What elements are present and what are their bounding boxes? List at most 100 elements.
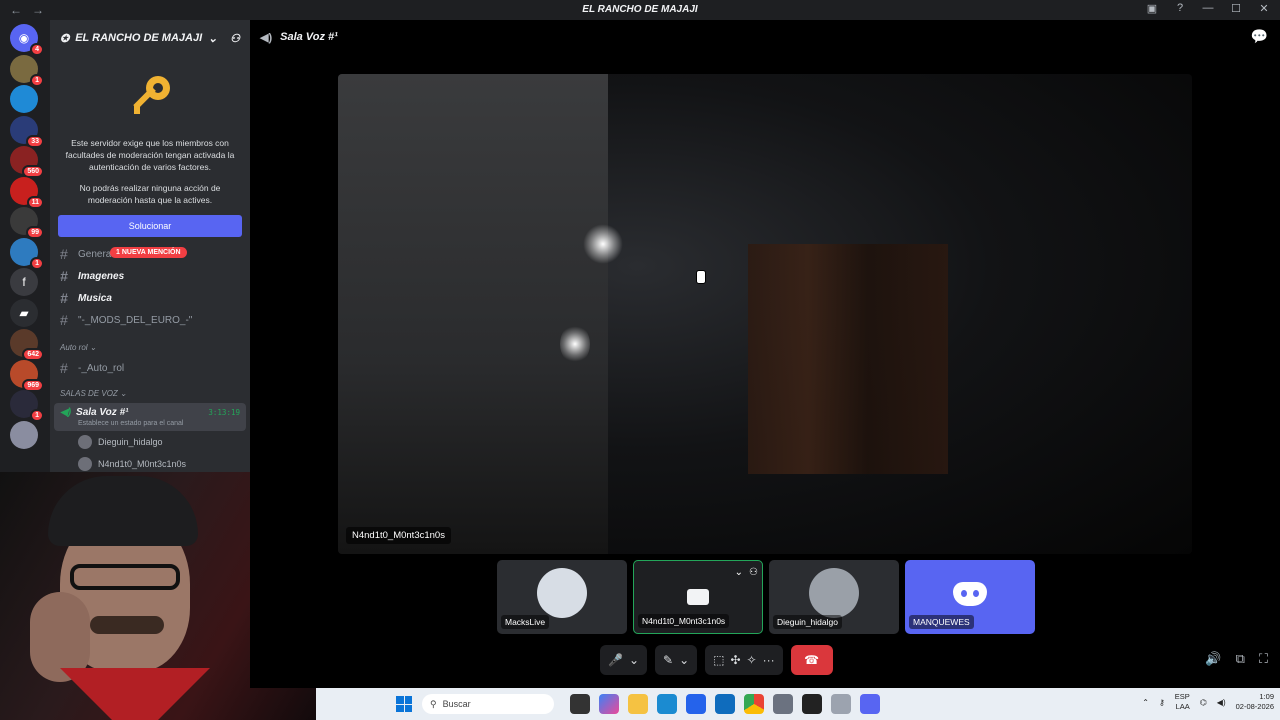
server-icon[interactable]: 33 xyxy=(10,115,44,148)
taskbar-search[interactable]: ⚲ Buscar xyxy=(422,694,554,714)
participant-tile[interactable]: ⌄ ⚇ N4nd1t0_M0nt3c1n0s xyxy=(633,560,763,634)
title-bar: ← → EL RANCHO DE MAJAJI ▣ ? — ☐ ✕ xyxy=(0,0,1280,20)
participant-tile[interactable]: MacksLive xyxy=(497,560,627,634)
server-icon[interactable]: 99 xyxy=(10,207,44,239)
window-controls: ▣ ? — ☐ ✕ xyxy=(1144,2,1272,15)
fullscreen-icon[interactable]: ⛶ xyxy=(1259,651,1268,667)
server-icon[interactable]: 1 xyxy=(10,54,44,87)
voice-timer: 3:13:19 xyxy=(208,408,240,417)
usb-icon[interactable]: ⚷ xyxy=(1159,698,1165,707)
voice-channel-active[interactable]: ◀) Sala Voz #¹ 3:13:19 Establece un esta… xyxy=(54,403,246,431)
disconnect-button[interactable]: ☎ xyxy=(790,645,833,675)
voice-channel-name: Sala Voz #¹ xyxy=(76,407,129,418)
maximize-button[interactable]: ☐ xyxy=(1228,2,1244,15)
network-icon[interactable]: ⌬ xyxy=(1200,698,1207,707)
voice-status-prompt[interactable]: Establece un estado para el canal xyxy=(78,420,240,427)
windows-taskbar: ⚲ Buscar ⌃ ⚷ ESP LAA ⌬ ◀) 1:09 02-08-2026 xyxy=(316,688,1280,720)
chrome-icon[interactable] xyxy=(744,694,764,714)
server-icon[interactable]: ▰ xyxy=(10,298,38,327)
server-icon[interactable]: 1 xyxy=(10,237,44,270)
server-header[interactable]: ✪ EL RANCHO DE MAJAJI ⌄ ⚇ xyxy=(50,20,250,56)
voice-user[interactable]: N4nd1t0_M0nt3c1n0s xyxy=(50,453,250,472)
unread-badge: 33 xyxy=(26,134,44,148)
popout-icon[interactable]: ⧉ xyxy=(1236,651,1245,667)
fix-button[interactable]: Solucionar xyxy=(58,215,242,237)
chevron-down-icon[interactable]: ⌄ xyxy=(629,653,639,667)
webcam-hat xyxy=(48,476,198,546)
activity-icon[interactable]: ✣ xyxy=(730,653,740,667)
copilot-icon[interactable] xyxy=(599,694,619,714)
volume-icon[interactable]: 🔊 xyxy=(1205,651,1221,667)
discord-taskbar-icon[interactable] xyxy=(860,694,880,714)
minimize-button[interactable]: — xyxy=(1200,2,1216,15)
lang-layout: LAA xyxy=(1175,702,1190,711)
inbox-icon[interactable]: ▣ xyxy=(1144,2,1160,15)
back-arrow-icon[interactable]: ← xyxy=(10,3,22,17)
webcam-glasses xyxy=(70,564,180,590)
channel-sidebar: ✪ EL RANCHO DE MAJAJI ⌄ ⚇ Este servidor … xyxy=(50,20,250,472)
window-title: EL RANCHO DE MAJAJI xyxy=(582,4,698,15)
unread-badge: 1 xyxy=(30,409,44,422)
speaker-icon: ◀) xyxy=(260,31,273,44)
participant-tile[interactable]: MANQUEWES xyxy=(905,560,1035,634)
system-tray: ⌃ ⚷ ESP LAA ⌬ ◀) 1:09 02-08-2026 xyxy=(1142,692,1274,712)
key-icon xyxy=(133,76,170,114)
server-icon[interactable]: 11 xyxy=(10,176,44,209)
chevron-down-icon[interactable]: ⌄ xyxy=(679,653,689,667)
focused-video-stream[interactable]: N4nd1t0_M0nt3c1n0s xyxy=(338,74,1192,554)
server-icon[interactable]: f xyxy=(10,268,38,296)
chevron-up-icon[interactable]: ⌃ xyxy=(1142,698,1149,707)
stream-name-label: N4nd1t0_M0nt3c1n0s xyxy=(346,527,451,544)
camera-off-icon[interactable]: ✎ xyxy=(663,653,673,667)
chevron-down-icon[interactable]: ⌄ xyxy=(735,567,743,578)
clock[interactable]: 1:09 02-08-2026 xyxy=(1236,692,1274,712)
server-icon[interactable]: ◉ 4 xyxy=(10,24,44,56)
file-explorer-icon[interactable] xyxy=(628,694,648,714)
avatar xyxy=(78,457,92,471)
new-mention-badge[interactable]: 1 NUEVA MENCIÓN xyxy=(110,247,187,258)
channel-imagenes[interactable]: # Imagenes xyxy=(50,265,250,287)
category-label: SALAS DE VOZ xyxy=(60,388,118,398)
close-button[interactable]: ✕ xyxy=(1256,2,1272,15)
mic-control[interactable]: 🎤 ⌄ xyxy=(600,645,648,675)
voice-user-name: Dieguin_hidalgo xyxy=(98,437,163,447)
participant-tile[interactable]: Dieguin_hidalgo xyxy=(769,560,899,634)
settings-icon[interactable] xyxy=(831,694,851,714)
camera-control[interactable]: ✎ ⌄ xyxy=(655,645,698,675)
nav-buttons: ← → xyxy=(10,3,44,17)
more-icon[interactable]: ··· xyxy=(763,653,775,667)
channel-mods[interactable]: # "-_MODS_DEL_EURO_-" xyxy=(50,309,250,331)
add-member-icon[interactable]: ⚇ xyxy=(230,32,240,45)
obs-icon[interactable] xyxy=(802,694,822,714)
stream-scene-furniture xyxy=(748,244,948,474)
server-icon[interactable]: 969 xyxy=(10,359,44,392)
channel-general[interactable]: # General 1 NUEVA MENCIÓN xyxy=(50,243,250,265)
server-icon[interactable]: 642 xyxy=(10,329,44,361)
channel-musica[interactable]: # Musica xyxy=(50,287,250,309)
avatar xyxy=(809,568,859,618)
add-user-icon[interactable]: ⚇ xyxy=(749,567,758,578)
screen-share-icon[interactable]: ⬚ xyxy=(713,653,724,667)
microphone-icon[interactable]: 🎤 xyxy=(608,653,623,667)
server-icon[interactable] xyxy=(10,85,38,113)
server-icon[interactable]: 560 xyxy=(10,146,44,178)
voice-user[interactable]: Dieguin_hidalgo xyxy=(50,431,250,453)
edge-icon[interactable] xyxy=(657,694,677,714)
help-icon[interactable]: ? xyxy=(1172,2,1188,15)
category-auto-rol[interactable]: Auto rol ⌄ xyxy=(50,337,250,357)
category-voice[interactable]: SALAS DE VOZ ⌄ xyxy=(50,383,250,403)
server-icon[interactable] xyxy=(10,420,38,449)
avatar xyxy=(537,568,587,618)
forward-arrow-icon[interactable]: → xyxy=(32,3,44,17)
windows-start-icon[interactable] xyxy=(396,696,412,712)
language-indicator[interactable]: ESP LAA xyxy=(1175,692,1190,712)
volume-tray-icon[interactable]: ◀) xyxy=(1217,698,1226,707)
soundboard-icon[interactable]: ✧ xyxy=(747,653,757,667)
task-view-icon[interactable] xyxy=(570,694,590,714)
camera-app-icon[interactable] xyxy=(773,694,793,714)
chat-icon[interactable]: 💬 xyxy=(1251,28,1268,45)
store-icon[interactable] xyxy=(686,694,706,714)
channel-auto-rol[interactable]: # -_Auto_rol xyxy=(50,357,250,379)
outlook-icon[interactable] xyxy=(715,694,735,714)
server-icon[interactable]: 1 xyxy=(10,390,44,422)
